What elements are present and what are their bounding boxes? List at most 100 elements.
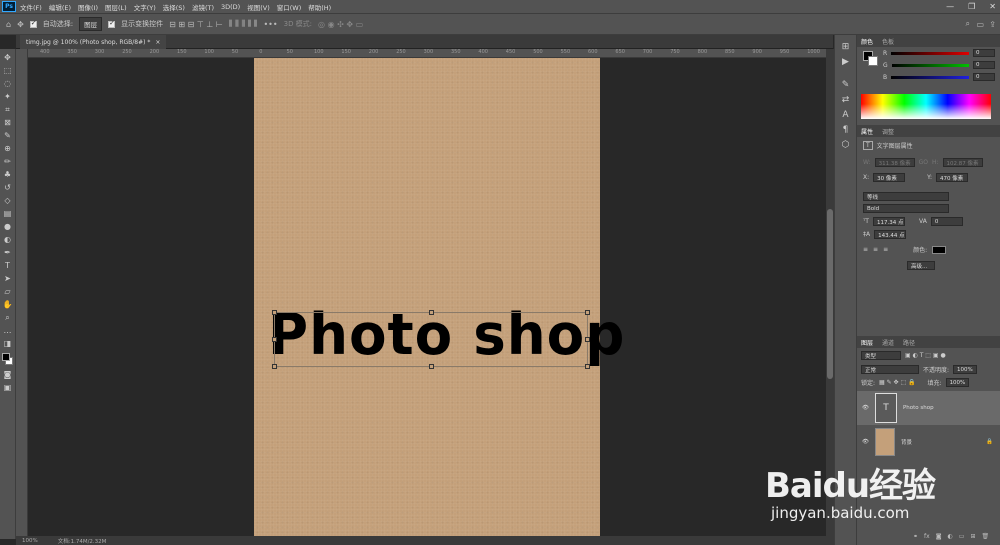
transform-handle[interactable]	[585, 337, 590, 342]
visibility-eye-icon[interactable]: 👁	[862, 405, 869, 411]
scrollbar-thumb[interactable]	[827, 209, 833, 379]
group-icon[interactable]: ▭	[959, 533, 965, 540]
layer-filter-dropdown[interactable]: 类型	[861, 351, 901, 360]
paragraph-panel-icon[interactable]: ¶	[843, 126, 849, 135]
menu-view[interactable]: 视图(V)	[247, 2, 270, 12]
green-slider[interactable]	[891, 63, 969, 67]
move-tool-icon[interactable]: ✥	[1, 51, 15, 64]
align-right-icon[interactable]: ≡	[883, 246, 888, 253]
zoom-level[interactable]: 100%	[22, 538, 38, 544]
pen-tool-icon[interactable]: ✒	[1, 246, 15, 259]
align-icons[interactable]: ⊟ ⊞ ⊟ ⊤ ⊥ ⊢	[169, 20, 223, 29]
more-icon[interactable]: •••	[263, 20, 277, 29]
align-center-icon[interactable]: ≡	[873, 246, 878, 253]
brush-tool-icon[interactable]: ✏	[1, 155, 15, 168]
shape-tool-icon[interactable]: ▱	[1, 285, 15, 298]
tracking-field[interactable]: 0	[930, 217, 963, 226]
tab-layers[interactable]: 图层	[861, 338, 873, 347]
layer-name[interactable]: Photo shop	[903, 405, 934, 411]
text-color-swatch[interactable]	[932, 245, 947, 254]
menu-3d[interactable]: 3D(D)	[221, 3, 240, 11]
eyedropper-tool-icon[interactable]: ✎	[1, 129, 15, 142]
menu-type[interactable]: 文字(Y)	[134, 2, 156, 12]
document-info[interactable]: 文档:1.74M/2.32M	[58, 537, 107, 545]
link-layers-icon[interactable]: ⚭	[913, 533, 918, 540]
auto-select-dropdown[interactable]: 图层	[79, 17, 103, 31]
zoom-tool-icon[interactable]: ⌕	[1, 311, 15, 324]
distribute-icons[interactable]: ⫼ ⫼ ⫼ ⫼ ⫼	[229, 19, 258, 29]
align-left-icon[interactable]: ≡	[863, 246, 868, 253]
transform-handle[interactable]	[272, 310, 277, 315]
fx-icon[interactable]: fx	[924, 533, 930, 540]
red-value[interactable]: 0	[973, 49, 995, 57]
quick-mask-icon[interactable]: ◙	[1, 368, 15, 381]
font-style-dropdown[interactable]: Bold	[863, 204, 949, 213]
menu-select[interactable]: 选择(S)	[163, 2, 185, 12]
layer-name[interactable]: 背景	[901, 438, 912, 446]
leading-field[interactable]: 143.44 点	[874, 230, 907, 239]
tab-swatches[interactable]: 色板	[882, 37, 894, 46]
blend-mode-dropdown[interactable]: 正常	[861, 365, 919, 374]
glyph-panel-icon[interactable]: A	[842, 111, 848, 120]
move-tool-icon[interactable]: ✥	[17, 20, 24, 29]
eraser-tool-icon[interactable]: ◇	[1, 194, 15, 207]
actions-panel-icon[interactable]: ▶	[842, 58, 849, 67]
color-spectrum[interactable]	[861, 94, 991, 119]
hand-tool-icon[interactable]: ✋	[1, 298, 15, 311]
link-icon[interactable]: GO	[919, 159, 928, 166]
tab-paths[interactable]: 路径	[903, 338, 915, 347]
transform-handle[interactable]	[585, 364, 590, 369]
font-size-field[interactable]: 117.34 点	[872, 217, 905, 226]
color-swatches[interactable]	[1, 350, 15, 368]
background-swatch[interactable]	[868, 56, 878, 66]
advanced-button[interactable]: 高级...	[907, 261, 935, 270]
transform-bounding-box[interactable]	[272, 310, 590, 369]
frame-tool-icon[interactable]: ⊠	[1, 116, 15, 129]
workspace-icon[interactable]: ▭	[976, 20, 984, 29]
w-field[interactable]: 311.38 像素	[874, 158, 915, 167]
dodge-tool-icon[interactable]: ◐	[1, 233, 15, 246]
y-field[interactable]: 470 像素	[936, 173, 969, 182]
share-icon[interactable]: ⇪	[989, 20, 996, 29]
lasso-tool-icon[interactable]: ◌	[1, 77, 15, 90]
more-tools-icon[interactable]: …	[1, 324, 15, 337]
tab-channels[interactable]: 通道	[882, 338, 894, 347]
visibility-eye-icon[interactable]: 👁	[862, 439, 869, 445]
opacity-field[interactable]: 100%	[953, 365, 977, 374]
marquee-tool-icon[interactable]: ⬚	[1, 64, 15, 77]
transform-handle[interactable]	[272, 364, 277, 369]
red-slider[interactable]	[891, 51, 969, 55]
h-field[interactable]: 102.87 像素	[942, 158, 983, 167]
transform-handle[interactable]	[272, 337, 277, 342]
menu-file[interactable]: 文件(F)	[20, 2, 42, 12]
menu-window[interactable]: 窗口(W)	[277, 2, 302, 12]
menu-image[interactable]: 图像(I)	[78, 2, 98, 12]
home-icon[interactable]: ⌂	[6, 20, 11, 29]
new-layer-icon[interactable]: ⊞	[970, 533, 975, 540]
crop-tool-icon[interactable]: ⌗	[1, 103, 15, 116]
tab-properties[interactable]: 属性	[861, 127, 873, 136]
auto-select-checkbox[interactable]	[29, 19, 37, 28]
healing-tool-icon[interactable]: ⊕	[1, 142, 15, 155]
transform-handle[interactable]	[429, 310, 434, 315]
menu-help[interactable]: 帮助(H)	[308, 2, 331, 12]
history-panel-icon[interactable]: ⊞	[842, 43, 850, 52]
transform-handle[interactable]	[585, 310, 590, 315]
close-window-button[interactable]: ✕	[989, 2, 996, 11]
mask-icon[interactable]: ◙	[936, 533, 942, 540]
green-value[interactable]: 0	[973, 61, 995, 69]
close-tab-icon[interactable]: ×	[155, 39, 160, 46]
layer-row-background[interactable]: 👁 背景 🔒	[857, 425, 1000, 459]
lock-icons[interactable]: ▦ ✎ ✥ ⬚ 🔒	[879, 379, 916, 386]
transform-handle[interactable]	[429, 364, 434, 369]
brush-panel-icon[interactable]: ✎	[842, 81, 850, 90]
stamp-tool-icon[interactable]: ♣	[1, 168, 15, 181]
tab-adjustments[interactable]: 调整	[882, 127, 894, 136]
menu-edit[interactable]: 编辑(E)	[49, 2, 71, 12]
x-field[interactable]: 30 像素	[873, 173, 906, 182]
font-family-dropdown[interactable]: 等线	[863, 192, 949, 201]
3d-panel-icon[interactable]: ⬡	[842, 141, 850, 150]
screen-mode-icon[interactable]: ▣	[1, 381, 15, 394]
default-colors-icon[interactable]: ◨	[1, 337, 15, 350]
search-icon[interactable]: ⌕	[966, 19, 970, 29]
